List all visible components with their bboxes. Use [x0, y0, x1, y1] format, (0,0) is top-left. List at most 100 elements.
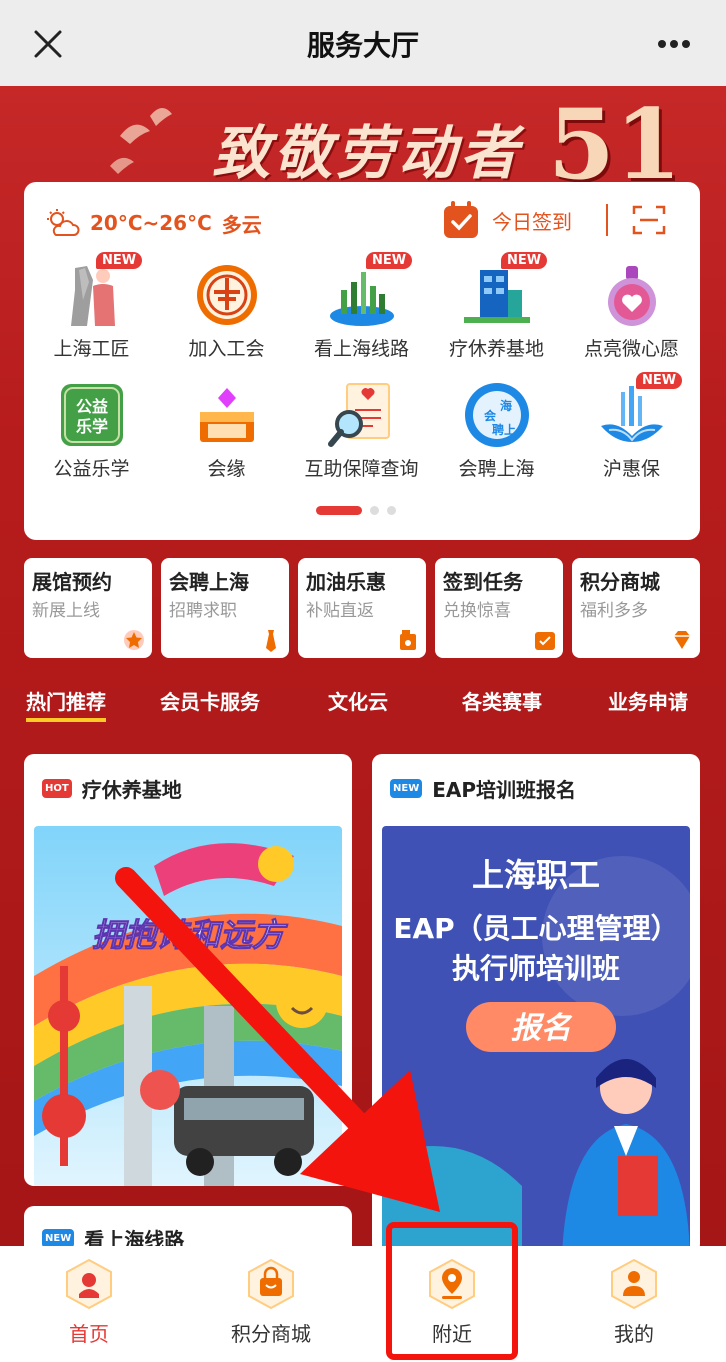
feed-header: HOT 疗休养基地: [42, 774, 182, 803]
service-label: 沪惠保: [602, 458, 660, 480]
charity-learning-icon: 公益 乐学: [61, 384, 123, 446]
quick-link-title: 展馆预约: [32, 570, 112, 594]
page-title: 服务大厅: [306, 29, 419, 62]
tab-hot[interactable]: 热门推荐: [26, 686, 106, 722]
service-card: 20°C~26°C 多云 今日签到 NEW 上海工匠 加入工会 NEW 看上海线…: [24, 182, 700, 540]
cloudy-sun-icon: [47, 209, 80, 236]
service-label: 会缘: [207, 458, 246, 480]
fuel-can-icon: [400, 630, 416, 650]
temperature: 20°C~26°C: [90, 211, 212, 235]
eap-line3: 执行师培训班: [452, 952, 620, 985]
lotus-city-icon: [601, 386, 663, 442]
checkin-button[interactable]: 今日签到: [442, 200, 572, 240]
service-label: 疗休养基地: [448, 338, 544, 360]
nav-label: 首页: [69, 1322, 109, 1346]
calendar-check-icon: [444, 201, 478, 238]
nav-points-mall[interactable]: 积分商城: [216, 1254, 326, 1350]
top-bar: 服务大厅: [0, 0, 726, 86]
svg-text:会: 会: [484, 408, 497, 423]
service-item-join-union[interactable]: 加入工会: [159, 252, 294, 372]
service-item-huhuibao[interactable]: NEW 沪惠保: [564, 372, 699, 492]
nav-home[interactable]: 首页: [34, 1254, 144, 1350]
calendar-check-icon: [535, 632, 555, 650]
page-dot[interactable]: [387, 506, 396, 515]
service-label: 加入工会: [188, 338, 265, 360]
union-emblem-icon: [197, 265, 257, 325]
feed-image-eap: 上海职工 EAP（员工心理管理） 执行师培训班 报名: [382, 826, 690, 1254]
tab-member-card[interactable]: 会员卡服务: [160, 686, 260, 715]
tab-business-apply[interactable]: 业务申请: [608, 686, 688, 715]
feed-title: EAP培训班报名: [432, 778, 577, 802]
weather-condition: 多云: [221, 212, 262, 237]
service-label: 上海工匠: [53, 338, 130, 360]
quick-link-recruit[interactable]: 会聘上海 招聘求职: [161, 558, 289, 658]
quick-link-title: 签到任务: [443, 570, 523, 594]
service-item-insurance-query[interactable]: 互助保障查询: [294, 372, 429, 492]
banner-headline: 致敬劳动者: [212, 119, 523, 187]
resort-building-icon: [464, 270, 530, 323]
service-label: 看上海线路: [313, 338, 409, 360]
bottom-nav: 首页 积分商城 附近 我的: [0, 1246, 726, 1362]
gift-box-icon: [200, 388, 254, 442]
feed-image-caption: 拥抱诗和远方: [92, 916, 288, 954]
service-label: 点亮微心愿: [583, 338, 679, 360]
service-item-wish[interactable]: 点亮微心愿: [564, 252, 699, 372]
feed-image-resort: 拥抱诗和远方: [34, 826, 342, 1186]
divider: [606, 204, 608, 236]
quick-link-subtitle: 兑换惊喜: [443, 601, 511, 621]
quick-link-exhibition[interactable]: 展馆预约 新展上线: [24, 558, 152, 658]
new-badge: NEW: [366, 252, 413, 269]
feed-card-eap[interactable]: NEW EAP培训班报名 上海职工 EAP（员工心理管理） 执行师培训班 报名: [372, 754, 700, 1254]
annotation-highlight-box: [386, 1222, 518, 1360]
eap-line2: EAP（员工心理管理）: [393, 912, 678, 945]
recruitment-globe-icon: 会 海 聘上: [465, 383, 529, 447]
quick-link-title: 会聘上海: [169, 570, 249, 594]
new-badge: NEW: [636, 372, 683, 389]
quick-link-checkin-task[interactable]: 签到任务 兑换惊喜: [435, 558, 563, 658]
carousel-indicator: [316, 506, 396, 515]
tab-competitions[interactable]: 各类赛事: [462, 686, 542, 715]
nav-profile[interactable]: 我的: [579, 1254, 689, 1350]
tie-icon: [266, 630, 276, 652]
service-item-craftsman[interactable]: NEW 上海工匠: [24, 252, 159, 372]
quick-link-subtitle: 补贴直返: [306, 601, 374, 621]
service-label: 公益乐学: [53, 458, 130, 480]
weather-widget: 20°C~26°C 多云: [44, 208, 262, 238]
page-dot[interactable]: [370, 506, 379, 515]
scan-icon[interactable]: [632, 204, 666, 236]
new-badge: NEW: [96, 252, 143, 269]
nav-label: 积分商城: [231, 1322, 311, 1346]
quick-link-subtitle: 招聘求职: [169, 601, 237, 621]
quick-link-fuel[interactable]: 加油乐惠 补贴直返: [298, 558, 426, 658]
new-badge: NEW: [390, 779, 423, 798]
feed-card-resort[interactable]: HOT 疗休养基地 拥抱诗和远方: [24, 754, 352, 1186]
service-item-recruit[interactable]: 会 海 聘上 会聘上海: [429, 372, 564, 492]
nav-label: 我的: [614, 1322, 654, 1346]
home-icon: [66, 1258, 112, 1310]
svg-text:海: 海: [500, 398, 512, 413]
quick-link-subtitle: 福利多多: [580, 601, 648, 621]
doves-icon: [110, 107, 172, 174]
tab-culture-cloud[interactable]: 文化云: [328, 686, 388, 715]
quick-link-subtitle: 新展上线: [32, 601, 100, 621]
service-item-resort[interactable]: NEW 疗休养基地: [429, 252, 564, 372]
shopping-bag-icon: [248, 1258, 294, 1310]
eap-signup-button: 报名: [511, 1011, 573, 1046]
shanghai-skyline-icon: [330, 272, 394, 326]
profile-icon: [611, 1258, 657, 1310]
feed-title: 疗休养基地: [81, 778, 182, 802]
feed-header: NEW EAP培训班报名: [390, 774, 576, 803]
checkin-label: 今日签到: [492, 209, 572, 234]
more-options-icon[interactable]: [656, 38, 692, 50]
quick-link-points-mall[interactable]: 积分商城 福利多多: [572, 558, 700, 658]
page-dot-active[interactable]: [316, 506, 362, 515]
service-item-charity-learning[interactable]: 公益 乐学 公益乐学: [24, 372, 159, 492]
star-badge-icon: [124, 630, 144, 650]
service-label: 会聘上海: [458, 458, 535, 480]
service-item-shanghai-route[interactable]: NEW 看上海线路: [294, 252, 429, 372]
quick-link-title: 加油乐惠: [306, 570, 386, 594]
eap-line1: 上海职工: [472, 856, 600, 894]
svg-text:公益: 公益: [76, 397, 108, 416]
service-item-huiyuan[interactable]: 会缘: [159, 372, 294, 492]
insurance-search-icon: [328, 383, 390, 447]
